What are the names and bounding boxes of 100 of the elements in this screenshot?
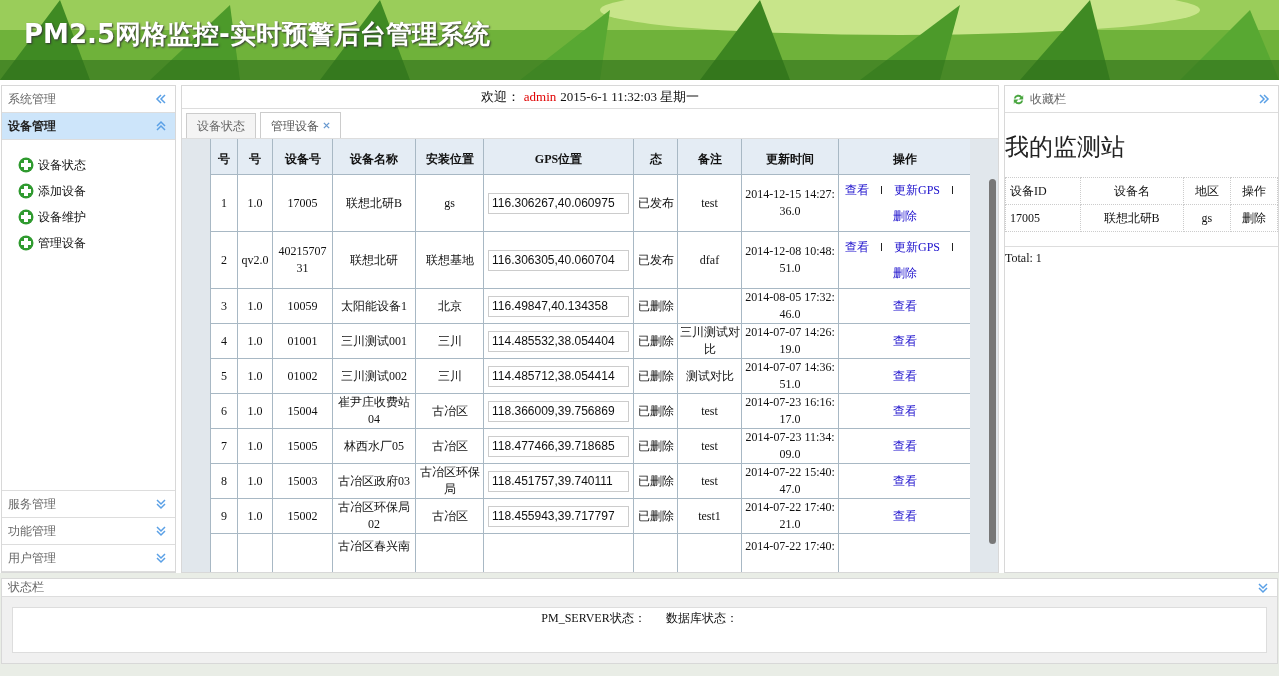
table-cell: 01001 <box>287 333 318 348</box>
favorites-heading: 我的监测站 <box>1005 133 1126 162</box>
gps-field[interactable]: 118.455943,39.717797 <box>488 505 629 527</box>
table-cell: 1.0 <box>247 508 263 523</box>
plus-icon <box>18 235 34 251</box>
gps-field[interactable]: 114.485532,38.054404 <box>488 330 629 352</box>
chevron-down-icon <box>155 552 167 564</box>
table-cell: 6 <box>221 403 227 418</box>
table-cell: 2 <box>221 252 227 267</box>
chevron-up-icon <box>155 120 167 132</box>
table-cell: 三川 <box>437 333 462 348</box>
plus-icon <box>18 209 34 225</box>
column-header: 号 <box>210 139 238 175</box>
column-header: 号 <box>237 139 273 175</box>
gps-field[interactable]: 118.366009,39.756869 <box>488 400 629 422</box>
action-link[interactable]: 查看 <box>893 404 917 418</box>
table-cell: 2014-08-05 17:32:46.0 <box>745 290 835 321</box>
datetime: 2015-6-1 11:32:03 星期一 <box>560 89 700 104</box>
table-cell: 古冶区政府03 <box>338 473 410 488</box>
table-cell: dfaf <box>699 252 720 267</box>
table-cell: 测试对比 <box>685 368 734 383</box>
action-link[interactable]: 删除 <box>893 209 917 223</box>
table-cell: 10059 <box>287 298 318 313</box>
table-cell: 2014-12-08 10:48:51.0 <box>745 244 835 275</box>
chevron-down-icon[interactable] <box>1257 581 1269 594</box>
gps-field[interactable]: 118.477466,39.718685 <box>488 435 629 457</box>
table-cell: test1 <box>698 508 721 523</box>
table-cell: 2014-07-23 11:34:09.0 <box>745 430 835 461</box>
table-cell: 古冶区环保局 <box>419 465 480 496</box>
action-link[interactable]: 查看 <box>845 240 869 254</box>
action-link[interactable]: 查看 <box>893 299 917 313</box>
gps-field[interactable]: 116.49847,40.134358 <box>488 295 629 317</box>
gps-field[interactable]: 116.306267,40.060975 <box>488 192 629 214</box>
chevron-down-icon <box>155 525 167 537</box>
table-cell: 三川测试对比 <box>679 325 740 356</box>
table-cell: 2014-07-22 17:40: <box>745 539 835 553</box>
table-cell: test <box>701 473 718 488</box>
menu-item[interactable]: 设备状态 <box>18 152 175 178</box>
table-cell: 15003 <box>287 473 318 488</box>
table-cell: 15005 <box>287 438 318 453</box>
column-header: 更新时间 <box>741 139 839 175</box>
delete-link[interactable]: 删除 <box>1230 204 1278 232</box>
accordion-header[interactable]: 功能管理 <box>2 518 175 545</box>
action-link[interactable]: 查看 <box>893 439 917 453</box>
table-cell: 古冶区春兴南 <box>338 539 410 553</box>
table-cell: 已发布 <box>637 195 674 210</box>
status-label: 数据库状态： <box>665 611 738 625</box>
scrollbar[interactable] <box>989 179 996 544</box>
menu-item[interactable]: 管理设备 <box>18 230 175 256</box>
table-cell: 已删除 <box>637 403 674 418</box>
gps-field[interactable]: 118.451757,39.740111 <box>488 470 629 492</box>
gps-field[interactable]: 116.306305,40.060704 <box>488 249 629 271</box>
plus-icon <box>18 157 34 173</box>
accordion-header[interactable]: 用户管理 <box>2 545 175 572</box>
action-link[interactable]: 查看 <box>893 334 917 348</box>
action-link[interactable]: 查看 <box>845 183 869 197</box>
column-header: 设备号 <box>272 139 333 175</box>
column-header: 安装位置 <box>415 139 484 175</box>
table-cell: 5 <box>221 368 227 383</box>
table-cell: 15002 <box>287 508 318 523</box>
table-cell: 2014-07-22 17:40:21.0 <box>745 500 835 531</box>
table-cell: 三川测试002 <box>341 368 407 383</box>
tab[interactable]: 设备状态 <box>186 113 256 138</box>
collapse-icon[interactable] <box>155 93 167 105</box>
table-cell: 2014-07-07 14:26:19.0 <box>745 325 835 356</box>
table-cell: 7 <box>221 438 227 453</box>
gps-field[interactable]: 114.485712,38.054414 <box>488 365 629 387</box>
username: admin <box>523 89 557 104</box>
table-cell: 1.0 <box>247 368 263 383</box>
close-icon[interactable] <box>323 122 330 129</box>
welcome-label: 欢迎： <box>480 89 520 104</box>
table-cell: 古冶区 <box>431 438 468 453</box>
table-cell: gs <box>1183 204 1231 232</box>
tab[interactable]: 管理设备 <box>260 112 341 138</box>
action-link[interactable]: 更新GPS <box>894 240 940 254</box>
table-cell: 15004 <box>287 403 318 418</box>
accordion-header[interactable]: 设备管理 <box>2 113 175 140</box>
column-header: 设备ID <box>1005 177 1081 205</box>
table-cell: 联想北研B <box>346 195 402 210</box>
table-cell: 3 <box>221 298 227 313</box>
table-cell: 已删除 <box>637 508 674 523</box>
table-cell: 1.0 <box>247 473 263 488</box>
expand-icon[interactable] <box>1258 93 1270 105</box>
table-cell: 联想北研B <box>1080 204 1184 232</box>
table-cell: 三川 <box>437 368 462 383</box>
table-cell: 已删除 <box>637 298 674 313</box>
action-link[interactable]: 删除 <box>893 266 917 280</box>
table-cell: 9 <box>221 508 227 523</box>
table-cell: 联想基地 <box>425 252 474 267</box>
app-title: PM2.5网格监控-实时预警后台管理系统 <box>24 18 490 51</box>
table-cell: test <box>701 195 718 210</box>
action-link[interactable]: 查看 <box>893 369 917 383</box>
action-link[interactable]: 查看 <box>893 509 917 523</box>
menu-item[interactable]: 设备维护 <box>18 204 175 230</box>
table-cell: 古冶区 <box>431 508 468 523</box>
action-link[interactable]: 查看 <box>893 474 917 488</box>
action-link[interactable]: 更新GPS <box>894 183 940 197</box>
accordion-header[interactable]: 服务管理 <box>2 491 175 518</box>
table-cell: 4021570731 <box>278 244 327 275</box>
menu-item[interactable]: 添加设备 <box>18 178 175 204</box>
